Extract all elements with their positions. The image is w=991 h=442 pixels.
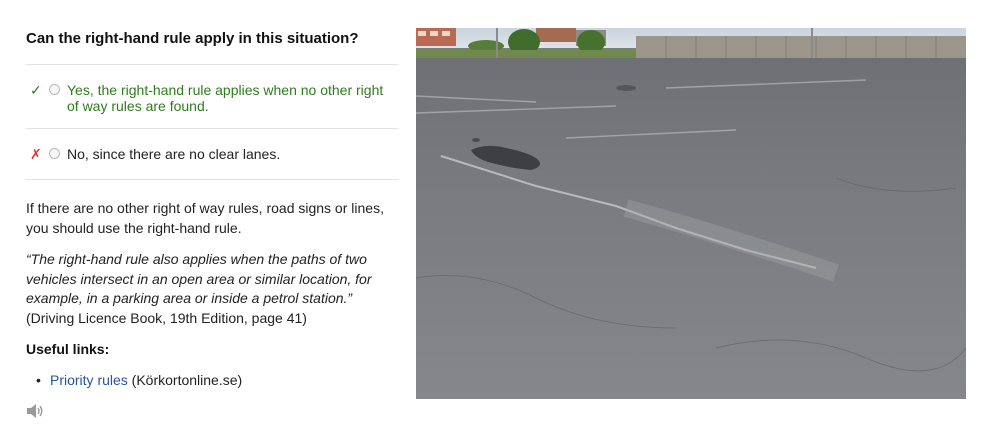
useful-links-heading: Useful links: <box>26 341 110 357</box>
divider <box>26 64 398 65</box>
explanation-text: If there are no other right of way rules… <box>26 200 384 236</box>
quote-text: “The right-hand rule also applies when t… <box>26 251 372 306</box>
quote-block: “The right-hand rule also applies when t… <box>26 250 386 328</box>
parking-lot-image <box>416 28 966 399</box>
link-suffix: (Körkortonline.se) <box>127 372 243 388</box>
situation-photo <box>416 28 966 399</box>
divider <box>26 128 398 129</box>
list-item: • Priority rules (Körkortonline.se) <box>36 371 243 389</box>
bullet: • <box>36 372 41 388</box>
radio-button[interactable] <box>49 148 60 159</box>
answer-text: Yes, the right-hand rule applies when no… <box>67 82 384 114</box>
answer-text: No, since there are no clear lanes. <box>67 146 281 162</box>
divider <box>26 179 398 180</box>
speaker-icon[interactable] <box>26 403 44 419</box>
cross-icon: ✗ <box>30 146 42 162</box>
radio-button[interactable] <box>49 84 60 95</box>
priority-rules-link[interactable]: Priority rules <box>50 372 128 388</box>
question-title: Can the right-hand rule apply in this si… <box>26 30 359 47</box>
check-icon: ✓ <box>30 82 42 98</box>
quote-source: (Driving Licence Book, 19th Edition, pag… <box>26 309 307 326</box>
